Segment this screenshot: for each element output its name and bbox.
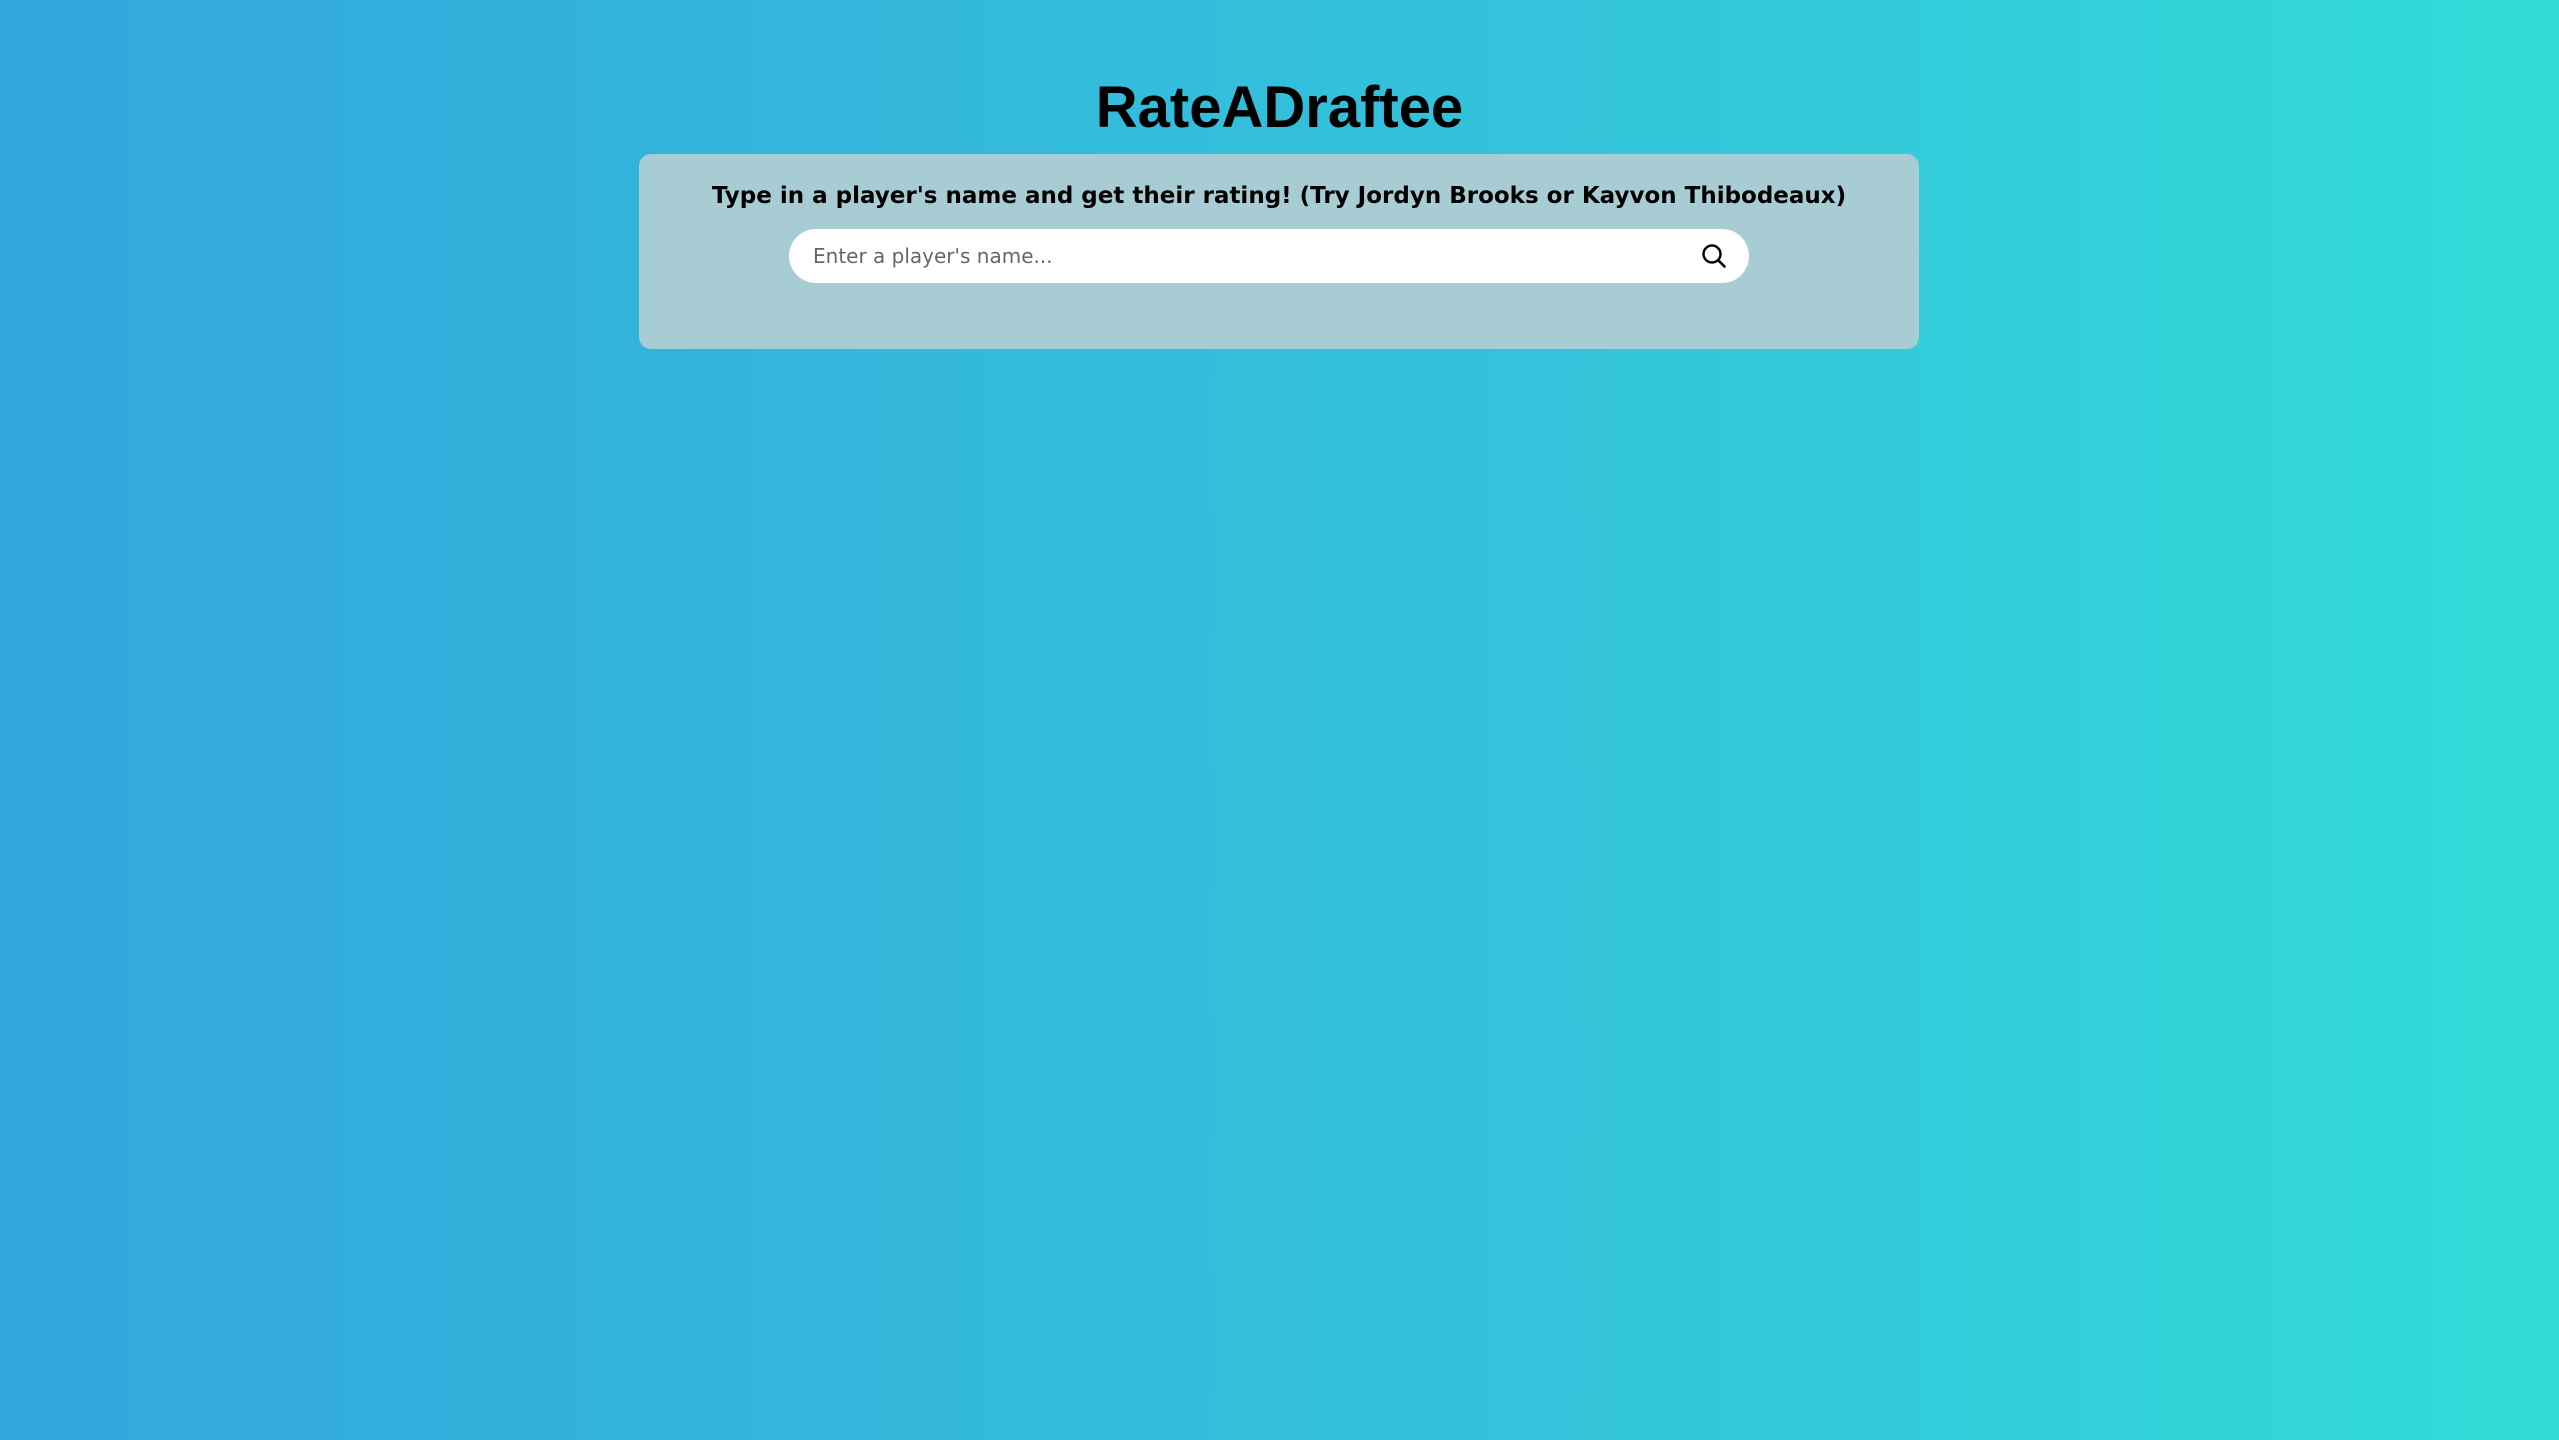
search-icon[interactable] [1699,241,1729,271]
search-card: Type in a player's name and get their ra… [639,154,1919,349]
search-bar [789,229,1749,283]
page-title: RateADraftee [1095,75,1464,140]
search-input[interactable] [813,229,1673,283]
search-instructions: Type in a player's name and get their ra… [711,183,1847,209]
